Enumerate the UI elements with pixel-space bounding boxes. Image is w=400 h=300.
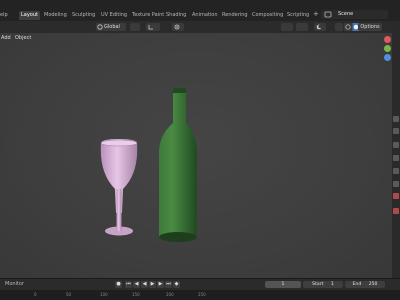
properties-tool-icon[interactable] [393, 116, 399, 122]
proportional-icon [174, 24, 180, 30]
properties-material-icon[interactable] [393, 208, 399, 214]
keyframe-button[interactable]: ◆ [173, 281, 180, 288]
xray-button[interactable] [335, 23, 343, 31]
start-label: Start [312, 282, 324, 287]
options-button[interactable]: Options [358, 23, 382, 31]
help-menu[interactable]: elp [0, 11, 8, 20]
tab-scripting[interactable]: Scripting [285, 11, 311, 20]
tab-rendering[interactable]: Rendering [220, 11, 250, 20]
ruler-tick: 50 [66, 292, 72, 297]
properties-render-icon[interactable] [393, 128, 399, 134]
gizmo-z-axis-icon[interactable] [384, 54, 391, 61]
tab-texture-paint[interactable]: Texture Paint [130, 11, 166, 20]
properties-output-icon[interactable] [393, 142, 399, 148]
gizmo-toggle-button[interactable] [296, 23, 308, 31]
jump-end-button[interactable]: ⏭ [165, 281, 172, 288]
play-reverse-button[interactable]: ◀ [141, 281, 148, 288]
gizmo-x-axis-icon[interactable] [384, 36, 391, 43]
tab-shading[interactable]: Shading [164, 11, 188, 20]
ruler-tick: 200 [166, 292, 174, 297]
ruler-tick: 0 [34, 292, 37, 297]
ruler-tick: 150 [132, 292, 140, 297]
gizmo-y-axis-icon[interactable] [384, 45, 391, 52]
end-frame-field[interactable]: End 250 [345, 281, 385, 288]
tab-compositing[interactable]: Compositing [250, 11, 285, 20]
ruler-tick: 100 [100, 292, 108, 297]
tab-modeling[interactable]: Modeling [42, 11, 69, 20]
tab-sculpting[interactable]: Sculpting [70, 11, 97, 20]
start-value: 1 [330, 282, 334, 287]
properties-view-layer-icon[interactable] [393, 155, 399, 161]
add-workspace-button[interactable]: + [313, 10, 319, 18]
end-value: 250 [368, 282, 378, 287]
overlay-icon [316, 24, 322, 30]
tab-uv-editing[interactable]: UV Editing [99, 11, 129, 20]
step-forward-button[interactable]: ▶ [157, 281, 164, 288]
scene-objects [100, 88, 197, 242]
snap-icon [148, 25, 153, 30]
properties-object-icon[interactable] [393, 193, 399, 199]
object-menu[interactable]: Object [15, 35, 31, 42]
wine-glass[interactable] [100, 139, 138, 236]
properties-world-icon[interactable] [393, 181, 399, 187]
current-frame-field[interactable]: 1 [265, 281, 301, 288]
wine-bottle[interactable] [159, 88, 197, 242]
properties-tab-strip [392, 21, 400, 278]
orientation-icon [97, 24, 103, 30]
jump-start-button[interactable]: ⏮ [125, 281, 132, 288]
add-menu[interactable]: Add [1, 35, 11, 42]
record-button[interactable]: ● [115, 281, 122, 288]
step-back-button[interactable]: ◀ [133, 281, 140, 288]
properties-scene-icon[interactable] [393, 168, 399, 174]
play-button[interactable]: ▶ [149, 281, 156, 288]
view-object-types-button[interactable] [281, 23, 293, 31]
pivot-button[interactable] [130, 23, 140, 31]
tab-layout[interactable]: Layout [19, 11, 40, 20]
end-label: End [352, 282, 362, 287]
ruler-tick: 250 [198, 292, 206, 297]
scene-icon [324, 11, 332, 18]
scene-name: Scene [338, 11, 354, 17]
start-frame-field[interactable]: Start 1 [303, 281, 343, 288]
tab-animation[interactable]: Animation [190, 11, 220, 20]
orientation-label: Global [104, 24, 120, 30]
timeline-mode-label[interactable]: Monitor [5, 280, 24, 288]
